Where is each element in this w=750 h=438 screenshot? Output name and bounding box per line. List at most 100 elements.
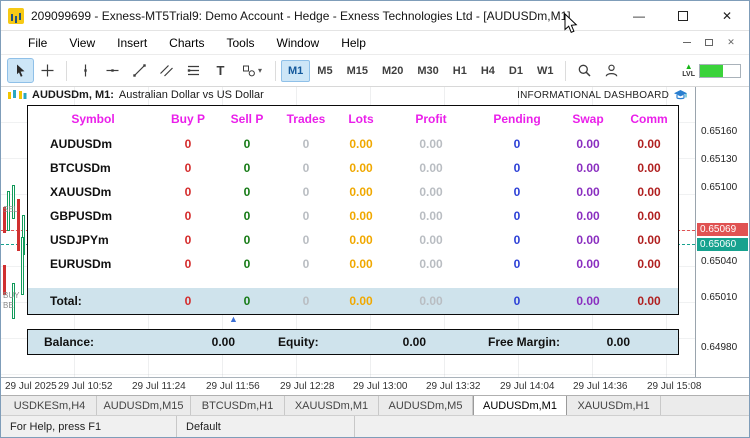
fibonacci-tool-button[interactable]: [180, 58, 207, 83]
account-button[interactable]: [598, 58, 625, 83]
menu-insert[interactable]: Insert: [106, 33, 158, 53]
ask-price-badge: 0.65069: [697, 223, 748, 236]
menu-help[interactable]: Help: [330, 33, 377, 53]
tab-xauusdm-m1[interactable]: XAUUSDm,M1: [285, 396, 379, 415]
timeframe-m15-button[interactable]: M15: [340, 60, 375, 82]
tab-btcusdm-h1[interactable]: BTCUSDm,H1: [191, 396, 285, 415]
dashboard-spacer: [28, 276, 678, 288]
menu-file[interactable]: File: [17, 33, 58, 53]
cell-comm: 0.00: [637, 257, 661, 271]
chart-mini-icon: [7, 89, 27, 101]
total-comm: 0.00: [637, 294, 661, 308]
total-pending: 0: [513, 294, 521, 308]
maximize-button[interactable]: [661, 1, 705, 30]
menu-view[interactable]: View: [58, 33, 106, 53]
minimize-button[interactable]: —: [617, 1, 661, 30]
cell-swap: 0.00: [576, 209, 600, 223]
lvl-indicator-button[interactable]: ▲ LVL: [682, 63, 695, 79]
menu-window[interactable]: Window: [266, 33, 331, 53]
close-button[interactable]: ✕: [705, 1, 749, 30]
cell-trades: 0: [302, 185, 310, 199]
tab-xauusdm-h1[interactable]: XAUUSDm,H1: [567, 396, 661, 415]
balance-bar: Balance: 0.00 Equity: 0.00 Free Margin: …: [27, 329, 679, 355]
table-row: EURUSDm 0 0 0 0.00 0.00 0 0.00 0.00: [28, 252, 678, 276]
informational-dashboard-panel: Symbol Buy P Sell P Trades Lots Profit P…: [27, 105, 679, 315]
menu-tools[interactable]: Tools: [216, 33, 266, 53]
cell-lots: 0.00: [349, 137, 373, 151]
cell-symbol: GBPUSDm: [50, 209, 113, 223]
channel-icon: [159, 63, 174, 78]
timeframe-d1-button[interactable]: D1: [502, 60, 530, 82]
dashboard-title-group: INFORMATIONAL DASHBOARD: [517, 89, 688, 101]
price-axis[interactable]: 0.65160 0.65130 0.65100 0.65040 0.65010 …: [695, 87, 749, 377]
price-label: 0.65100: [701, 182, 738, 193]
timeframe-h1-button[interactable]: H1: [446, 60, 474, 82]
time-label: 29 Jul 14:04: [500, 381, 555, 392]
total-sellp: 0: [243, 294, 251, 308]
cell-comm: 0.00: [637, 209, 661, 223]
cursor-tool-button[interactable]: [7, 58, 34, 83]
timeframe-w1-button[interactable]: W1: [530, 60, 561, 82]
total-lots: 0.00: [349, 294, 373, 308]
tab-audusdm-m1-active[interactable]: AUDUSDm,M1: [473, 396, 567, 415]
tab-audusdm-m5[interactable]: AUDUSDm,M5: [379, 396, 473, 415]
text-tool-button[interactable]: T: [207, 58, 234, 83]
search-button[interactable]: [571, 58, 598, 83]
price-label: 0.65160: [701, 126, 738, 137]
mdi-close-button[interactable]: ✕: [723, 36, 739, 50]
cell-buyp: 0: [184, 161, 192, 175]
timeframe-m20-button[interactable]: M20: [375, 60, 410, 82]
cell-lots: 0.00: [349, 257, 373, 271]
cell-sellp: 0: [243, 137, 251, 151]
cell-buyp: 0: [184, 137, 192, 151]
timeframe-m5-button[interactable]: M5: [310, 60, 339, 82]
cell-profit: 0.00: [419, 161, 443, 175]
mdi-window-controls: ✕: [679, 36, 749, 50]
timeframe-m1-button[interactable]: M1: [281, 59, 311, 82]
toolbar-separator: [66, 60, 67, 81]
chart-canvas[interactable]: AUDUSDm, M1: Australian Dollar vs US Dol…: [1, 87, 695, 377]
status-profile[interactable]: Default: [177, 416, 355, 437]
column-header-symbol: Symbol: [71, 112, 115, 126]
up-triangle-marker[interactable]: ▲: [229, 315, 238, 324]
time-label: 29 Jul 11:24: [132, 381, 186, 392]
chart-tabs-bar: USDKESm,H4 AUDUSDm,M15 BTCUSDm,H1 XAUUSD…: [1, 395, 749, 415]
menu-charts[interactable]: Charts: [158, 33, 215, 53]
cell-symbol: AUDUSDm: [50, 137, 113, 151]
time-label: 29 Jul 12:28: [280, 381, 335, 392]
cell-symbol: USDJPYm: [50, 233, 109, 247]
cell-trades: 0: [302, 257, 310, 271]
vertical-line-tool-button[interactable]: [72, 58, 99, 83]
chevron-down-icon: ▾: [257, 66, 262, 75]
cell-buyp: 0: [184, 233, 192, 247]
mdi-minimize-button[interactable]: [679, 36, 695, 50]
chart-area: AUDUSDm, M1: Australian Dollar vs US Dol…: [1, 87, 749, 377]
cell-lots: 0.00: [349, 185, 373, 199]
column-header-pending: Pending: [493, 112, 541, 126]
timeframe-m30-button[interactable]: M30: [410, 60, 445, 82]
cell-swap: 0.00: [576, 137, 600, 151]
table-row: BTCUSDm 0 0 0 0.00 0.00 0 0.00 0.00: [28, 156, 678, 180]
shapes-tool-button[interactable]: ▾: [234, 58, 270, 83]
time-axis[interactable]: 29 Jul 2025 29 Jul 10:52 29 Jul 11:24 29…: [1, 377, 749, 395]
tab-audusdm-m15[interactable]: AUDUSDm,M15: [97, 396, 191, 415]
toolbar: T ▾ M1 M5 M15 M20 M30 H1 H4 D1 W1 ▲ LVL: [1, 55, 749, 87]
trendline-icon: [132, 63, 147, 78]
cell-comm: 0.00: [637, 233, 661, 247]
table-row: USDJPYm 0 0 0 0.00 0.00 0 0.00 0.00: [28, 228, 678, 252]
balance-group: Balance: 0.00: [44, 335, 235, 349]
column-header-sellp: Sell P: [230, 112, 264, 126]
free-margin-value: 0.00: [606, 335, 630, 349]
horizontal-line-tool-button[interactable]: [99, 58, 126, 83]
trendline-tool-button[interactable]: [126, 58, 153, 83]
crosshair-tool-button[interactable]: [34, 58, 61, 83]
cell-pending: 0: [513, 137, 521, 151]
cell-lots: 0.00: [349, 233, 373, 247]
tab-usdkesm-h4[interactable]: USDKESm,H4: [3, 396, 97, 415]
timeframe-h4-button[interactable]: H4: [474, 60, 502, 82]
channel-tool-button[interactable]: [153, 58, 180, 83]
dashboard-header-row: Symbol Buy P Sell P Trades Lots Profit P…: [28, 106, 678, 132]
title-bar: 209099699 - Exness-MT5Trial9: Demo Accou…: [1, 1, 749, 31]
mdi-restore-button[interactable]: [701, 36, 717, 50]
cell-sellp: 0: [243, 209, 251, 223]
